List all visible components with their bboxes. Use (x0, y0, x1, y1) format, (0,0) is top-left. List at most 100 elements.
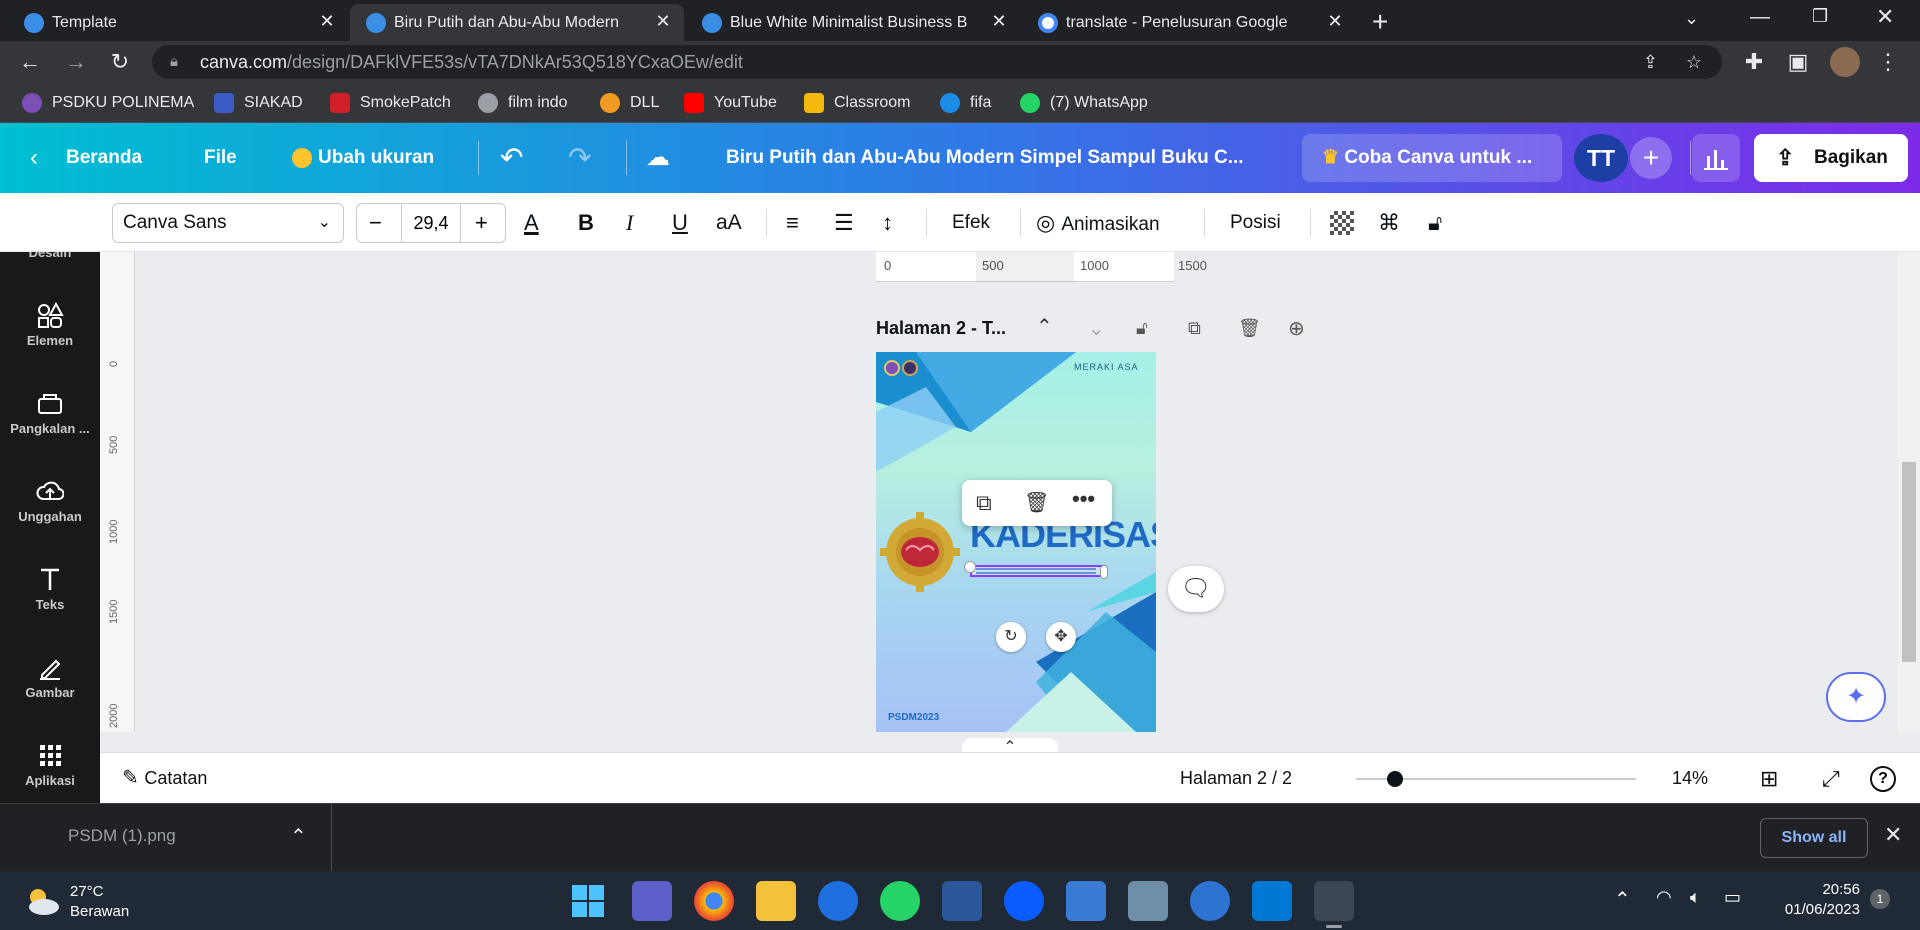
page-label[interactable]: Halaman 2 - T... (876, 318, 1006, 339)
battery-icon[interactable]: ▭ (1724, 887, 1741, 908)
download-item[interactable]: PSDM (1).png ⌃ (0, 804, 332, 872)
avatar[interactable]: TT (1574, 134, 1628, 182)
close-shelf-icon[interactable]: ✕ (1884, 822, 1902, 848)
clock-time[interactable]: 20:56 (1770, 881, 1860, 898)
browser-tab-active[interactable]: Biru Putih dan Abu-Abu Modern ✕ (350, 4, 684, 41)
zoom-app-icon[interactable] (1004, 881, 1044, 921)
notes-button[interactable]: ✎ Catatan (122, 753, 207, 804)
page-up-icon[interactable]: ⌃ (1036, 314, 1053, 339)
italic-icon[interactable]: I (626, 193, 633, 252)
start-menu-icon[interactable] (572, 885, 604, 917)
clock-date[interactable]: 01/06/2023 (1770, 901, 1860, 918)
font-size-input[interactable]: 29,4 (401, 204, 461, 242)
chrome-menu-icon[interactable]: ⋮ (1876, 50, 1900, 74)
notification-badge[interactable]: 1 (1870, 889, 1890, 909)
bookmark-item[interactable]: film indo (478, 92, 568, 114)
close-tab-icon[interactable]: ✕ (652, 11, 674, 32)
page-lock-icon[interactable]: 🔓︎ (1136, 318, 1148, 339)
undo-icon[interactable]: ↶ (500, 123, 523, 193)
chevron-left-icon[interactable]: ‹ (30, 123, 38, 193)
file-menu-button[interactable]: File (204, 123, 237, 193)
letter-case-icon[interactable]: aA (716, 193, 742, 252)
scrollbar-thumb[interactable] (1902, 462, 1916, 662)
resize-handle-left[interactable] (964, 561, 976, 573)
zoom-slider[interactable] (1356, 771, 1636, 787)
close-window-icon[interactable]: ✕ (1876, 4, 1894, 30)
try-pro-button[interactable]: ♛ Coba Canva untuk ... (1302, 134, 1562, 182)
brand-text[interactable]: MERAKI ASA (1074, 362, 1139, 372)
bookmark-item[interactable]: DLL (600, 92, 659, 114)
more-options-icon[interactable]: ••• (1072, 486, 1095, 512)
resize-handle-right[interactable] (1100, 565, 1108, 579)
transparency-icon[interactable] (1330, 211, 1354, 235)
whatsapp-icon[interactable] (880, 881, 920, 921)
bookmark-item[interactable]: PSDKU POLINEMA (22, 92, 194, 114)
bookmark-item[interactable]: (7) WhatsApp (1020, 92, 1148, 114)
bookmark-item[interactable]: SmokePatch (330, 92, 451, 114)
page-down-icon[interactable]: ⌄ (1088, 316, 1105, 341)
selected-subtitle-text[interactable] (970, 565, 1106, 577)
sidebar-item-elements[interactable]: Elemen (0, 281, 100, 361)
bookmark-item[interactable]: fifa (940, 92, 991, 114)
bookmark-item[interactable]: Classroom (804, 92, 910, 114)
tab-search-icon[interactable]: ⌄ (1684, 8, 1699, 29)
position-button[interactable]: Posisi (1230, 193, 1281, 252)
close-tab-icon[interactable]: ✕ (1324, 11, 1346, 32)
brain-gear-logo[interactable] (878, 510, 962, 594)
sidebar-item-text[interactable]: Teks (0, 545, 100, 625)
sidepanel-icon[interactable]: ▣ (1786, 50, 1810, 74)
navigation-app-icon[interactable] (1066, 881, 1106, 921)
browser-tab[interactable]: translate - Penelusuran Google ✕ (1022, 4, 1356, 41)
close-tab-icon[interactable]: ✕ (316, 11, 338, 32)
minimize-icon[interactable]: — (1750, 6, 1770, 29)
share-button[interactable]: ⇪ Bagikan (1754, 134, 1908, 182)
font-size-stepper[interactable]: − 29,4 + (356, 203, 506, 243)
package-app-icon[interactable] (1128, 881, 1168, 921)
font-family-select[interactable]: Canva Sans ⌄ (112, 203, 344, 243)
bookmark-star-icon[interactable]: ☆ (1686, 45, 1702, 79)
chrome-icon[interactable] (694, 881, 734, 921)
cloud-saved-icon[interactable]: ☁︎ (646, 123, 670, 193)
word-icon[interactable] (942, 881, 982, 921)
browser-tab[interactable]: Blue White Minimalist Business B ✕ (686, 4, 1020, 41)
grid-view-icon[interactable]: ⊞ (1760, 753, 1778, 804)
magic-assistant-icon[interactable]: ✦ (1826, 672, 1886, 722)
delete-element-icon[interactable]: 🗑︎ (1024, 490, 1049, 515)
add-collaborator-icon[interactable]: + (1630, 137, 1672, 179)
add-comment-icon[interactable]: 🗨︎ (1168, 566, 1224, 612)
zoom-level[interactable]: 14% (1672, 753, 1708, 804)
weather-widget[interactable] (22, 881, 62, 921)
effects-button[interactable]: Efek (952, 193, 990, 252)
app-store-icon[interactable] (818, 881, 858, 921)
bookmark-item[interactable]: YouTube (684, 92, 777, 114)
line-spacing-icon[interactable]: ↕ (882, 193, 893, 252)
move-handle-icon[interactable]: ✥ (1046, 622, 1076, 652)
edge-icon[interactable] (1190, 881, 1230, 921)
vscode-icon[interactable] (1252, 881, 1292, 921)
zoom-slider-thumb[interactable] (1387, 771, 1404, 787)
text-color-icon[interactable]: A (524, 193, 539, 252)
add-page-icon[interactable]: ⊕ (1288, 316, 1305, 341)
copy-style-icon[interactable]: ⌘ (1378, 193, 1400, 252)
reload-icon[interactable]: ↻ (108, 50, 132, 74)
wifi-icon[interactable]: ◠ (1656, 887, 1672, 908)
restore-icon[interactable]: ❐ (1812, 6, 1828, 27)
share-page-icon[interactable]: ⇪ (1643, 45, 1658, 79)
teams-chat-icon[interactable] (632, 881, 672, 921)
list-icon[interactable]: ☰ (834, 193, 854, 252)
increase-size-button[interactable]: + (475, 204, 488, 242)
decrease-size-button[interactable]: − (369, 204, 382, 242)
bookmark-item[interactable]: SIAKAD (214, 92, 303, 114)
design-title[interactable]: Biru Putih dan Abu-Abu Modern Simpel Sam… (726, 123, 1244, 193)
sidebar-item-draw[interactable]: Gambar (0, 633, 100, 713)
align-left-icon[interactable]: ≡ (786, 193, 799, 252)
file-explorer-icon[interactable] (756, 881, 796, 921)
lock-icon[interactable]: 🔓︎ (1428, 193, 1442, 252)
footer-text[interactable]: PSDM2023 (888, 712, 939, 723)
vertical-scrollbar[interactable] (1898, 252, 1920, 732)
underline-icon[interactable]: U (672, 193, 688, 252)
resize-button[interactable]: Ubah ukuran (292, 123, 434, 193)
browser-tab[interactable]: Template ✕ (8, 4, 348, 41)
volume-icon[interactable]: 🔈︎ (1690, 887, 1701, 908)
design-page[interactable]: MERAKI ASA KADERISASI ↻ ✥ PSDM2023 (876, 352, 1156, 732)
